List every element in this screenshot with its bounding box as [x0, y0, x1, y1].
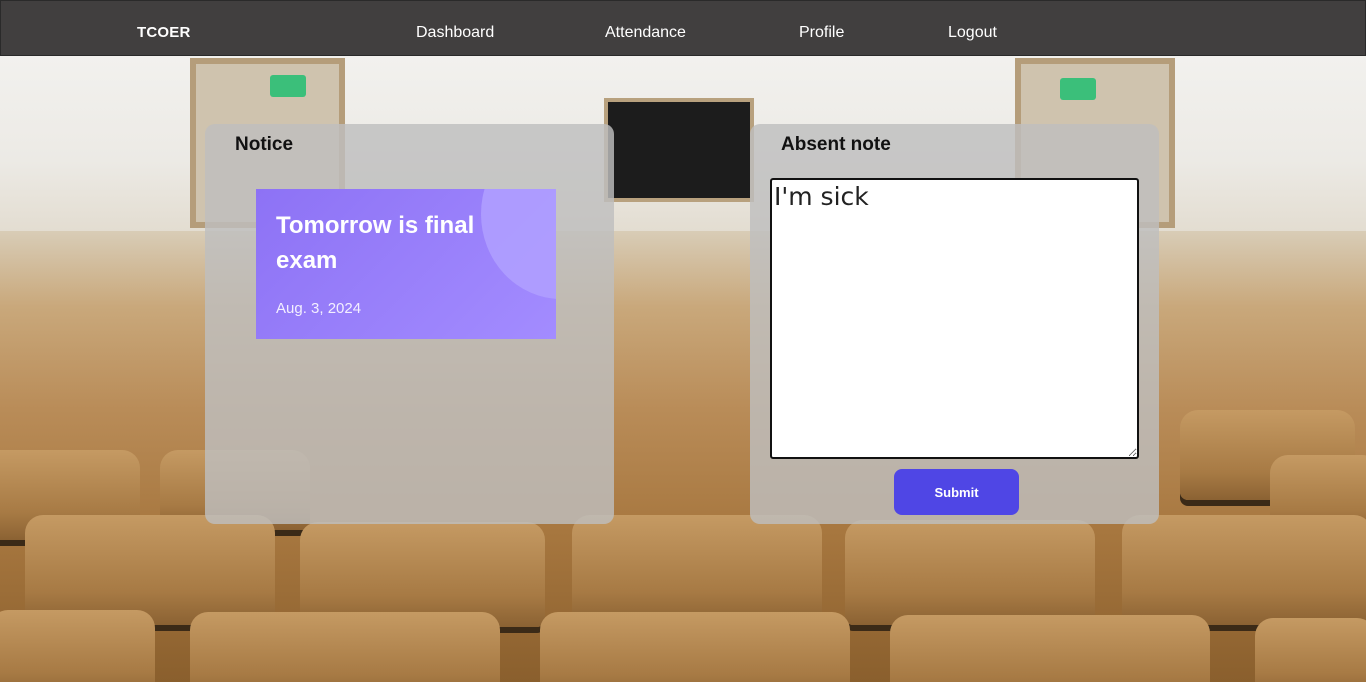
- nav-link-logout[interactable]: Logout: [948, 24, 997, 42]
- notice-card: Tomorrow is final exam Aug. 3, 2024: [256, 189, 556, 339]
- notice-panel: Notice Tomorrow is final exam Aug. 3, 20…: [205, 124, 614, 524]
- background-screen: [604, 98, 754, 202]
- seat: [1122, 515, 1366, 625]
- seat: [25, 515, 275, 625]
- brand-logo[interactable]: TCOER: [137, 24, 191, 41]
- seat: [540, 612, 850, 682]
- seat: [0, 610, 155, 682]
- nav-link-attendance[interactable]: Attendance: [605, 24, 686, 42]
- absent-note-textarea[interactable]: I'm sick: [770, 178, 1139, 459]
- absent-note-heading: Absent note: [781, 134, 891, 155]
- notice-card-title: Tomorrow is final exam: [276, 212, 475, 274]
- seat: [890, 615, 1210, 682]
- seat: [845, 520, 1095, 625]
- exit-sign-left: [270, 75, 306, 97]
- absent-note-panel: Absent note I'm sick Submit: [750, 124, 1159, 524]
- notice-card-date: Aug. 3, 2024: [276, 300, 362, 317]
- seat: [572, 515, 822, 625]
- nav-link-profile[interactable]: Profile: [799, 24, 844, 42]
- top-navbar: TCOER Dashboard Attendance Profile Logou…: [0, 0, 1366, 56]
- seat: [190, 612, 500, 682]
- seat: [1255, 618, 1366, 682]
- exit-sign-right: [1060, 78, 1096, 100]
- nav-link-dashboard[interactable]: Dashboard: [416, 24, 494, 42]
- submit-button[interactable]: Submit: [894, 469, 1019, 515]
- notice-heading: Notice: [235, 134, 294, 155]
